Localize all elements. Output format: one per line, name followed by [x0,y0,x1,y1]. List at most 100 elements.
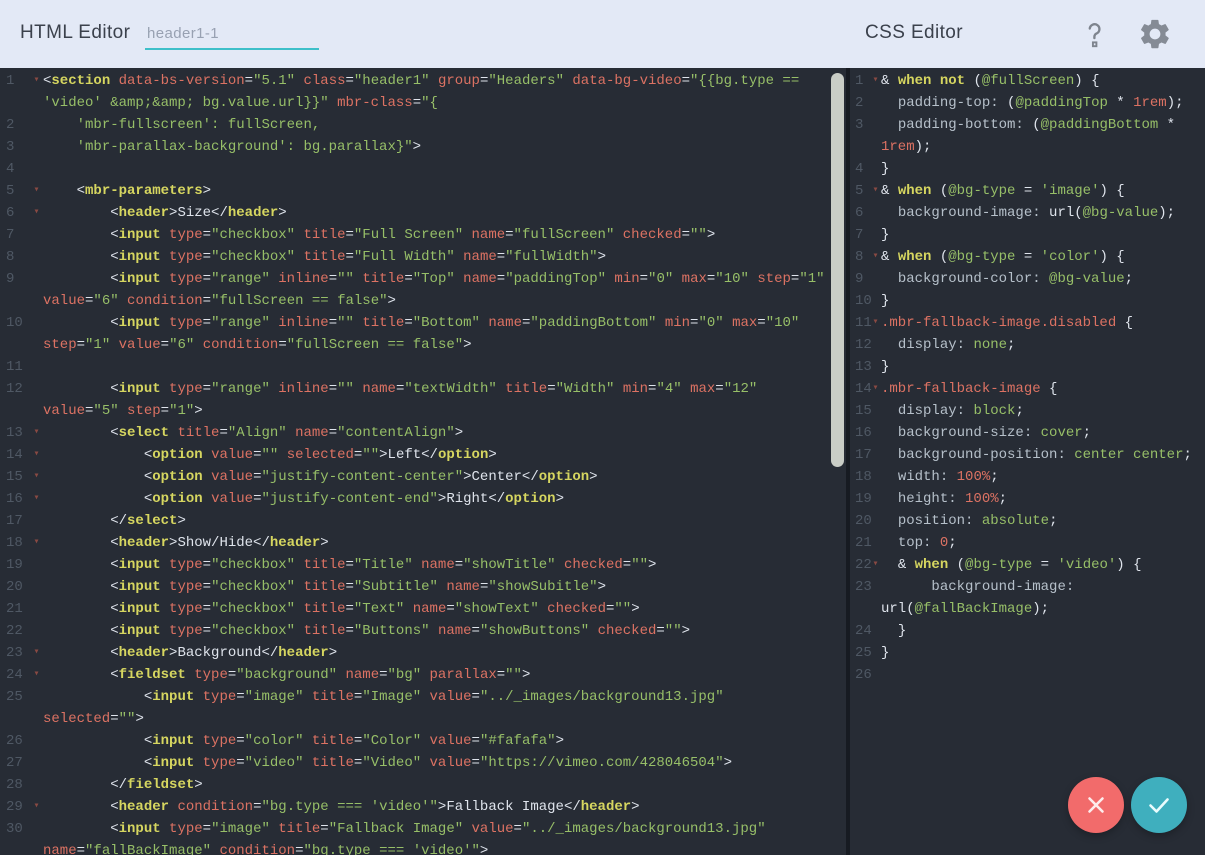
fold-arrow-icon[interactable]: ▾ [870,378,881,400]
code-line: 26 [850,664,1205,686]
code-text: display: none; [881,334,1192,356]
code-line: 1▾& when not (@fullScreen) { [850,70,1205,92]
line-number: 27 [0,752,30,774]
code-line: 6▾ <header>Size</header> [0,202,846,224]
fold-arrow-icon[interactable]: ▾ [870,246,881,268]
code-text: <header>Size</header> [43,202,825,224]
line-number: 7 [850,224,870,246]
gear-icon[interactable] [1138,16,1172,57]
code-line: 16 background-size: cover; [850,422,1205,444]
code-line: 4 [0,158,846,180]
code-line: 21 top: 0; [850,532,1205,554]
code-line: 21 <input type="checkbox" title="Text" n… [0,598,846,620]
line-number: 10 [850,290,870,312]
fold-spacer [30,356,43,378]
fold-arrow-icon[interactable]: ▾ [870,554,881,576]
code-text: width: 100%; [881,466,1192,488]
code-text: background-size: cover; [881,422,1192,444]
html-editor-scrollbar[interactable] [831,73,844,467]
code-text: <input type="color" title="Color" value=… [43,730,825,752]
line-number: 22 [0,620,30,642]
code-text: background-color: @bg-value; [881,268,1192,290]
fold-arrow-icon[interactable]: ▾ [30,642,43,664]
code-line: 4} [850,158,1205,180]
css-code-editor[interactable]: 1▾& when not (@fullScreen) {2 padding-to… [850,68,1205,855]
code-text: display: block; [881,400,1192,422]
code-line: 9 <input type="range" inline="" title="T… [0,268,846,312]
line-number: 1 [0,70,30,114]
fold-arrow-icon[interactable]: ▾ [30,488,43,510]
line-number: 6 [0,202,30,224]
line-number: 3 [850,114,870,158]
fold-spacer [870,664,881,686]
code-line: 17 </select> [0,510,846,532]
html-code-editor[interactable]: 1▾<section data-bs-version="5.1" class="… [0,68,846,855]
fold-spacer [870,356,881,378]
help-icon[interactable] [1081,19,1108,55]
code-line: 3 padding-bottom: (@paddingBottom * 1rem… [850,114,1205,158]
fold-spacer [870,466,881,488]
code-line: 7} [850,224,1205,246]
fold-arrow-icon[interactable]: ▾ [870,70,881,92]
line-number: 14 [0,444,30,466]
line-number: 17 [850,444,870,466]
code-text: .mbr-fallback-image { [881,378,1192,400]
code-text: <input type="range" inline="" title="Bot… [43,312,825,356]
fold-arrow-icon[interactable]: ▾ [30,202,43,224]
code-line: 24 } [850,620,1205,642]
code-line: 27 <input type="video" title="Video" val… [0,752,846,774]
code-line: 28 </fieldset> [0,774,846,796]
code-text: <header>Background</header> [43,642,825,664]
line-number: 15 [0,466,30,488]
fold-arrow-icon[interactable]: ▾ [870,312,881,334]
fold-arrow-icon[interactable]: ▾ [30,532,43,554]
line-number: 20 [850,510,870,532]
code-text: <input type="checkbox" title="Buttons" n… [43,620,825,642]
fold-arrow-icon[interactable]: ▾ [30,664,43,686]
code-text: } [881,620,1192,642]
code-line: 18▾ <header>Show/Hide</header> [0,532,846,554]
code-text: <input type="range" inline="" name="text… [43,378,825,422]
html-editor-title: HTML Editor [20,22,130,44]
code-line: 29▾ <header condition="bg.type === 'vide… [0,796,846,818]
fold-arrow-icon[interactable]: ▾ [30,444,43,466]
fold-spacer [30,510,43,532]
code-editor-app: HTML Editor CSS Editor 1▾<section data-b… [0,0,1205,855]
line-number: 21 [0,598,30,620]
code-line: 22 <input type="checkbox" title="Buttons… [0,620,846,642]
fold-arrow-icon[interactable]: ▾ [30,180,43,202]
css-code-lines: 1▾& when not (@fullScreen) {2 padding-to… [850,68,1205,686]
code-line: 13} [850,356,1205,378]
html-code-lines: 1▾<section data-bs-version="5.1" class="… [0,68,846,855]
code-line: 6 background-image: url(@bg-value); [850,202,1205,224]
fold-arrow-icon[interactable]: ▾ [30,70,43,114]
cancel-button[interactable] [1068,777,1124,833]
top-bar: HTML Editor CSS Editor [0,0,1205,68]
fold-arrow-icon[interactable]: ▾ [30,796,43,818]
fold-spacer [870,444,881,466]
line-number: 21 [850,532,870,554]
code-text: top: 0; [881,532,1192,554]
code-line: 20 <input type="checkbox" title="Subtitl… [0,576,846,598]
fold-arrow-icon[interactable]: ▾ [30,466,43,488]
code-text: padding-bottom: (@paddingBottom * 1rem); [881,114,1192,158]
line-number: 10 [0,312,30,356]
fold-spacer [870,92,881,114]
fold-spacer [30,378,43,422]
code-text: <input type="checkbox" title="Full Width… [43,246,825,268]
code-line: 1▾<section data-bs-version="5.1" class="… [0,70,846,114]
line-number: 3 [0,136,30,158]
fold-arrow-icon[interactable]: ▾ [30,422,43,444]
code-line: 20 position: absolute; [850,510,1205,532]
line-number: 9 [850,268,870,290]
fold-spacer [30,598,43,620]
code-text [43,356,825,378]
code-text: 'mbr-parallax-background': bg.parallax}"… [43,136,825,158]
code-text: <input type="video" title="Video" value=… [43,752,825,774]
code-text: <header>Show/Hide</header> [43,532,825,554]
block-name-input[interactable] [145,18,319,50]
fold-arrow-icon[interactable]: ▾ [870,180,881,202]
code-line: 12 <input type="range" inline="" name="t… [0,378,846,422]
confirm-button[interactable] [1131,777,1187,833]
line-number: 29 [0,796,30,818]
